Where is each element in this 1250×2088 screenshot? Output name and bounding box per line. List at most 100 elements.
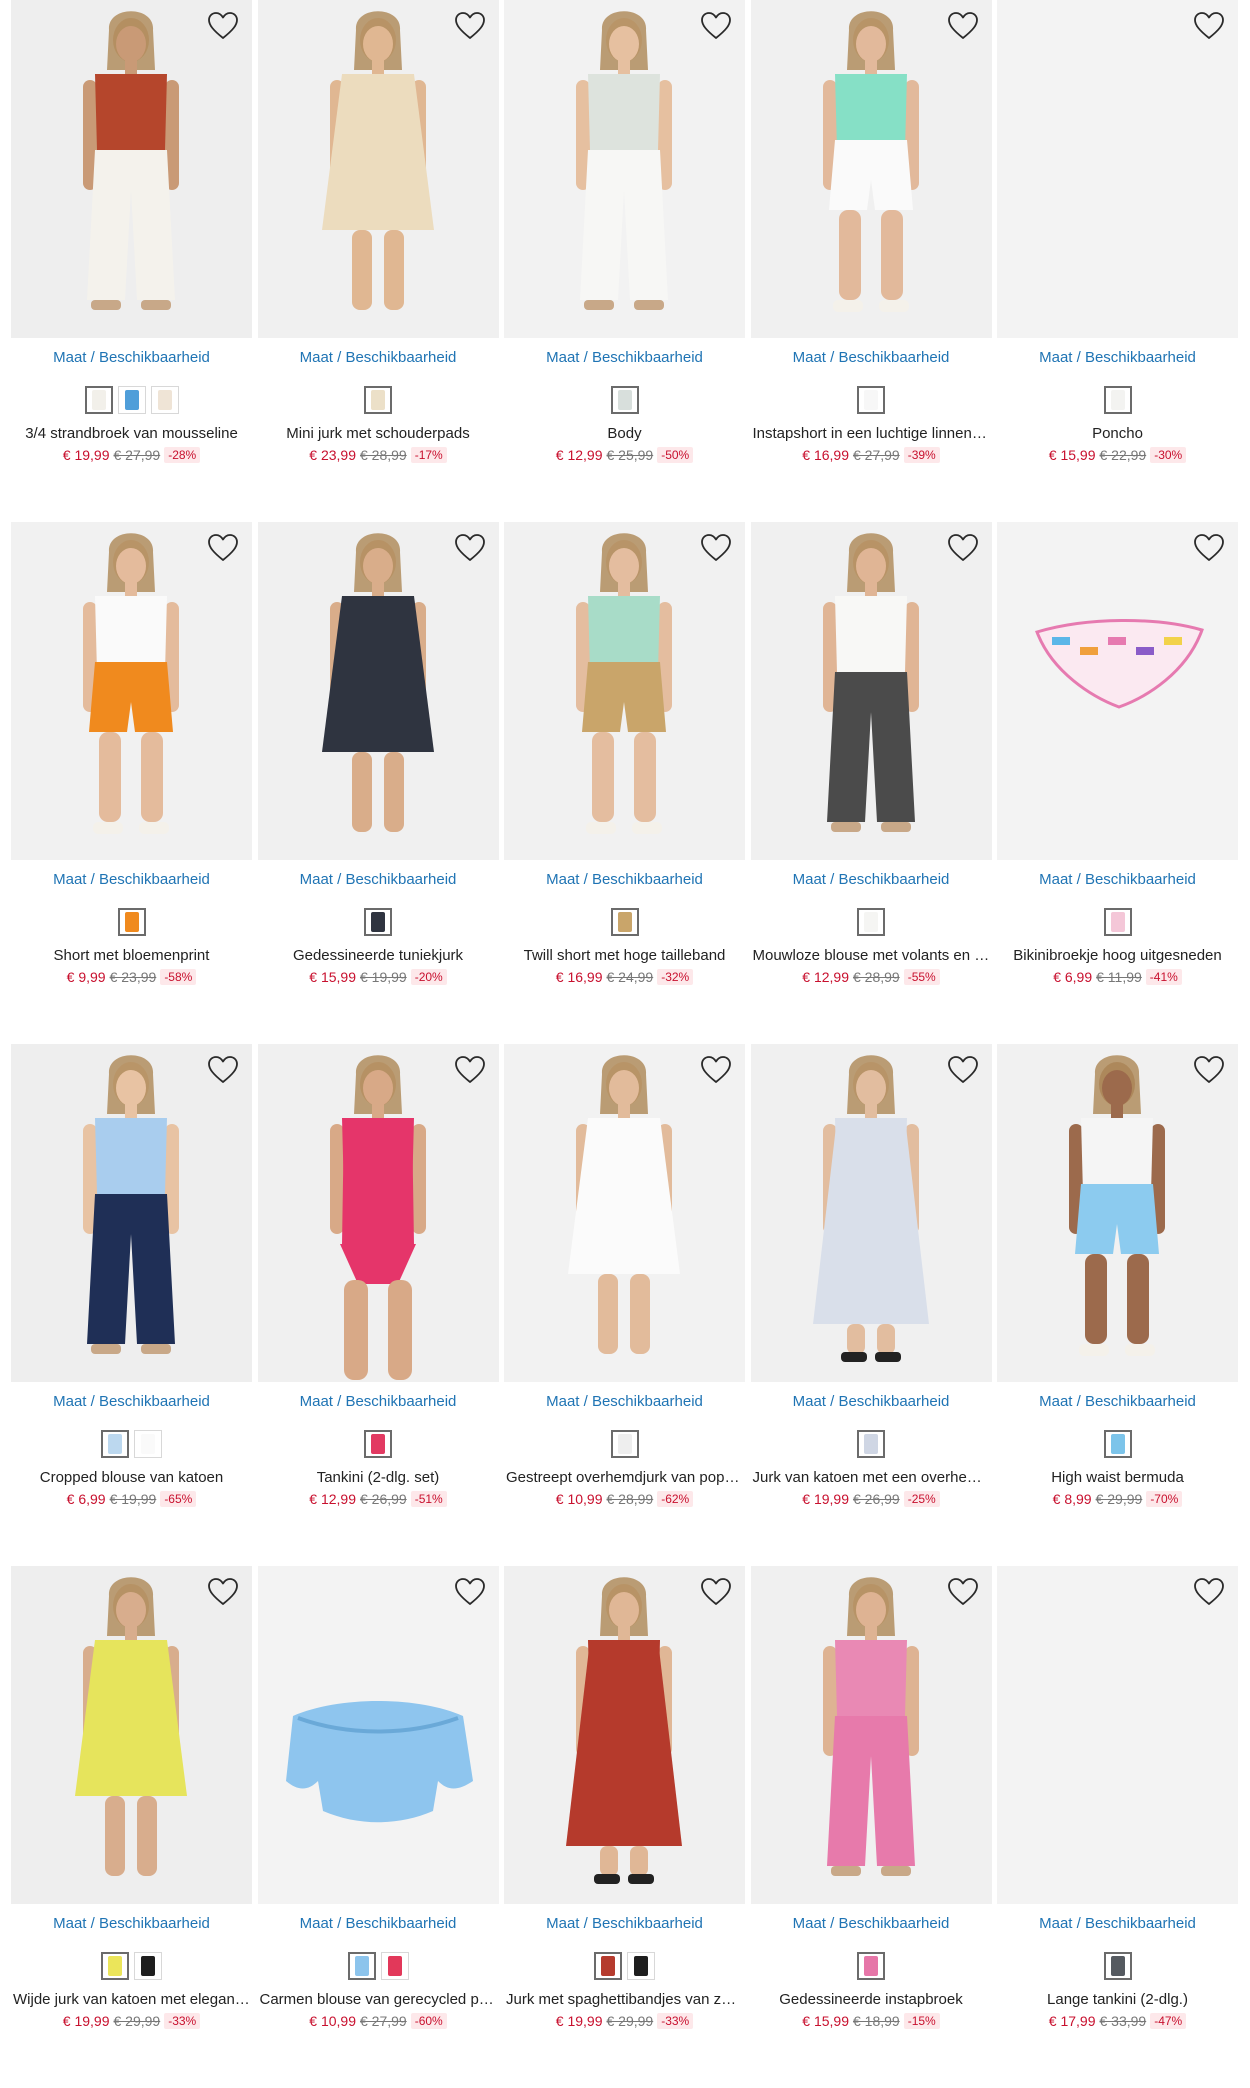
wishlist-heart-icon[interactable] [206,532,240,564]
product-name[interactable]: High waist bermuda [997,1469,1238,1487]
color-swatch[interactable] [1103,908,1132,936]
product-name[interactable]: Mouwloze blouse met volants en st… [751,947,992,965]
color-swatch[interactable] [364,908,392,936]
color-swatch[interactable] [857,386,885,414]
product-image[interactable] [257,1044,499,1382]
product-name[interactable]: Gedessineerde tuniekjurk [258,947,499,965]
color-swatch[interactable] [594,1952,622,1980]
product-name[interactable]: Cropped blouse van katoen [11,1469,252,1487]
product-image[interactable] [997,1566,1238,1904]
product-name[interactable]: Jurk met spaghettibandjes van zac… [504,1991,745,2009]
product-image[interactable] [257,1566,499,1904]
product-image[interactable] [997,1044,1238,1382]
product-image[interactable] [257,522,499,860]
product-card-6[interactable]: Maat / Beschikbaarheid Short met bloemen… [11,522,252,1044]
color-swatch[interactable] [84,386,113,414]
product-image[interactable] [504,522,745,860]
product-image[interactable] [11,522,252,860]
color-swatch[interactable] [610,1430,639,1458]
color-swatch[interactable] [627,1952,655,1980]
color-swatch[interactable] [857,908,885,936]
size-availability-link[interactable]: Maat / Beschikbaarheid [11,349,252,367]
product-image[interactable] [11,1566,252,1904]
size-availability-link[interactable]: Maat / Beschikbaarheid [997,1915,1238,1933]
color-swatch[interactable] [117,386,146,414]
product-name[interactable]: Jurk van katoen met een overhemd… [751,1469,992,1487]
size-availability-link[interactable]: Maat / Beschikbaarheid [751,349,992,367]
size-availability-link[interactable]: Maat / Beschikbaarheid [751,871,992,889]
color-swatch[interactable] [364,386,392,414]
product-image[interactable] [997,522,1238,860]
product-card-3[interactable]: Maat / Beschikbaarheid Body € 12,99 € 25… [504,0,745,522]
wishlist-heart-icon[interactable] [946,10,980,42]
product-name[interactable]: Gedessineerde instapbroek [751,1991,992,2009]
size-availability-link[interactable]: Maat / Beschikbaarheid [258,1915,499,1933]
product-card-19[interactable]: Maat / Beschikbaarheid Gedessineerde ins… [750,1566,992,2088]
size-availability-link[interactable]: Maat / Beschikbaarheid [504,349,745,367]
product-card-1[interactable]: Maat / Beschikbaarheid 3/4 strandbroek v… [11,0,252,522]
wishlist-heart-icon[interactable] [1192,1054,1226,1086]
product-card-5[interactable]: Maat / Beschikbaarheid Poncho € 15,99 € … [997,0,1238,522]
product-name[interactable]: Twill short met hoge tailleband [504,947,745,965]
size-availability-link[interactable]: Maat / Beschikbaarheid [997,871,1238,889]
wishlist-heart-icon[interactable] [453,1054,487,1086]
wishlist-heart-icon[interactable] [206,1054,240,1086]
wishlist-heart-icon[interactable] [699,10,733,42]
size-availability-link[interactable]: Maat / Beschikbaarheid [751,1915,992,1933]
product-name[interactable]: Instapshort in een luchtige linnenmix [751,425,992,443]
product-card-13[interactable]: Maat / Beschikbaarheid Gestreept overhem… [504,1044,745,1566]
product-name[interactable]: 3/4 strandbroek van mousseline [11,425,252,443]
product-name[interactable]: Carmen blouse van gerecycled poly… [258,1991,499,2009]
product-name[interactable]: Bikinibroekje hoog uitgesneden [997,947,1238,965]
color-swatch[interactable] [150,386,179,414]
product-name[interactable]: Mini jurk met schouderpads [258,425,499,443]
product-card-8[interactable]: Maat / Beschikbaarheid Twill short met h… [504,522,745,1044]
product-image[interactable] [750,522,992,860]
product-image[interactable] [997,0,1238,338]
size-availability-link[interactable]: Maat / Beschikbaarheid [504,871,745,889]
color-swatch[interactable] [610,386,639,414]
size-availability-link[interactable]: Maat / Beschikbaarheid [11,1393,252,1411]
color-swatch[interactable] [347,1952,376,1980]
product-name[interactable]: Tankini (2-dlg. set) [258,1469,499,1487]
size-availability-link[interactable]: Maat / Beschikbaarheid [258,871,499,889]
product-image[interactable] [750,1566,992,1904]
color-swatch[interactable] [1103,1430,1132,1458]
product-card-16[interactable]: Maat / Beschikbaarheid Wijde jurk van ka… [11,1566,252,2088]
product-image[interactable] [750,0,992,338]
color-swatch[interactable] [857,1952,885,1980]
product-name[interactable]: Lange tankini (2-dlg.) [997,1991,1238,2009]
size-availability-link[interactable]: Maat / Beschikbaarheid [258,1393,499,1411]
product-card-7[interactable]: Maat / Beschikbaarheid Gedessineerde tun… [257,522,499,1044]
size-availability-link[interactable]: Maat / Beschikbaarheid [11,1915,252,1933]
product-image[interactable] [257,0,499,338]
color-swatch[interactable] [857,1430,885,1458]
product-image[interactable] [11,1044,252,1382]
product-image[interactable] [750,1044,992,1382]
product-card-20[interactable]: Maat / Beschikbaarheid Lange tankini (2-… [997,1566,1238,2088]
color-swatch[interactable] [101,1952,129,1980]
wishlist-heart-icon[interactable] [453,10,487,42]
wishlist-heart-icon[interactable] [453,532,487,564]
color-swatch[interactable] [364,1430,392,1458]
wishlist-heart-icon[interactable] [946,1576,980,1608]
color-swatch[interactable] [1103,386,1132,414]
product-image[interactable] [11,0,252,338]
product-name[interactable]: Body [504,425,745,443]
wishlist-heart-icon[interactable] [1192,1576,1226,1608]
product-card-12[interactable]: Maat / Beschikbaarheid Tankini (2-dlg. s… [257,1044,499,1566]
color-swatch[interactable] [610,908,639,936]
size-availability-link[interactable]: Maat / Beschikbaarheid [504,1393,745,1411]
product-card-17[interactable]: Maat / Beschikbaarheid Carmen blouse van… [257,1566,499,2088]
product-card-14[interactable]: Maat / Beschikbaarheid Jurk van katoen m… [750,1044,992,1566]
product-name[interactable]: Short met bloemenprint [11,947,252,965]
product-name[interactable]: Wijde jurk van katoen met elegant… [11,1991,252,2009]
size-availability-link[interactable]: Maat / Beschikbaarheid [11,871,252,889]
size-availability-link[interactable]: Maat / Beschikbaarheid [258,349,499,367]
product-card-9[interactable]: Maat / Beschikbaarheid Mouwloze blouse m… [750,522,992,1044]
wishlist-heart-icon[interactable] [453,1576,487,1608]
color-swatch[interactable] [380,1952,409,1980]
wishlist-heart-icon[interactable] [206,10,240,42]
wishlist-heart-icon[interactable] [1192,532,1226,564]
wishlist-heart-icon[interactable] [699,1054,733,1086]
